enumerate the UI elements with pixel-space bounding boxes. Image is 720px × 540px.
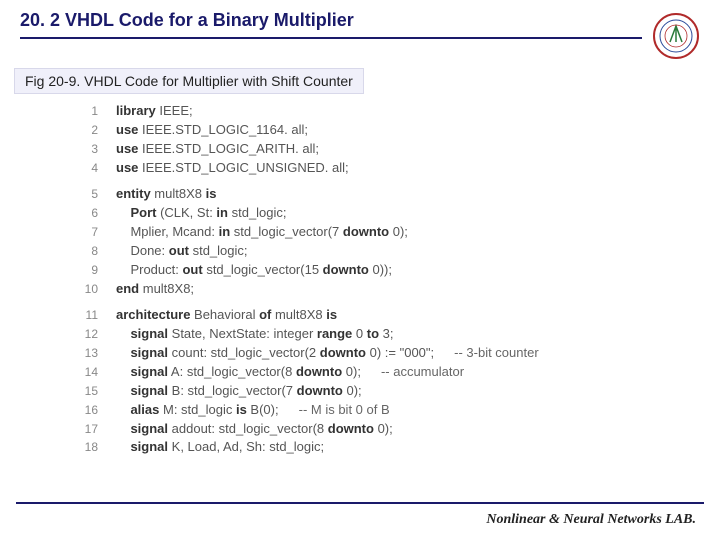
code-line: 4 use IEEE.STD_LOGIC_UNSIGNED. all; [70, 159, 720, 178]
code-text: library IEEE; [116, 102, 193, 121]
line-number: 4 [70, 160, 98, 177]
code-comment: -- M is bit 0 of B [299, 401, 390, 420]
code-line: 12 signal State, NextState: integer rang… [70, 325, 720, 344]
code-text: signal State, NextState: integer range 0… [116, 325, 394, 344]
code-line: 13 signal count: std_logic_vector(2 down… [70, 344, 720, 363]
line-number: 5 [70, 186, 98, 203]
code-line: 5 entity mult8X8 is [70, 185, 720, 204]
code-line: 17 signal addout: std_logic_vector(8 dow… [70, 420, 720, 439]
code-line: 10 end mult8X8; [70, 280, 720, 299]
code-text: signal count: std_logic_vector(2 downto … [116, 344, 434, 363]
code-text: signal A: std_logic_vector(8 downto 0); [116, 363, 361, 382]
code-line: 3 use IEEE.STD_LOGIC_ARITH. all; [70, 140, 720, 159]
line-number: 7 [70, 224, 98, 241]
line-number: 9 [70, 262, 98, 279]
line-number: 12 [70, 326, 98, 343]
line-number: 1 [70, 103, 98, 120]
code-comment: -- accumulator [381, 363, 464, 382]
figure-caption: Fig 20-9. VHDL Code for Multiplier with … [14, 68, 364, 94]
line-number: 17 [70, 421, 98, 438]
code-text: Done: out std_logic; [116, 242, 248, 261]
slide-header: 20. 2 VHDL Code for a Binary Multiplier [0, 0, 720, 60]
line-number: 15 [70, 383, 98, 400]
line-number: 13 [70, 345, 98, 362]
vhdl-code-listing: 1 library IEEE; 2 use IEEE.STD_LOGIC_1164. … [70, 102, 720, 457]
code-line: 11 architecture Behavioral of mult8X8 is [70, 306, 720, 325]
code-line: 1 library IEEE; [70, 102, 720, 121]
university-logo-icon [652, 12, 700, 60]
code-line: 16 alias M: std_logic is B(0); -- M is bi… [70, 401, 720, 420]
code-line: 2 use IEEE.STD_LOGIC_1164. all; [70, 121, 720, 140]
code-line: 14 signal A: std_logic_vector(8 downto 0… [70, 363, 720, 382]
title-underline [20, 37, 642, 39]
code-text: end mult8X8; [116, 280, 194, 299]
code-text: architecture Behavioral of mult8X8 is [116, 306, 337, 325]
code-text: use IEEE.STD_LOGIC_UNSIGNED. all; [116, 159, 349, 178]
code-text: Product: out std_logic_vector(15 downto … [116, 261, 392, 280]
code-line: 9 Product: out std_logic_vector(15 downt… [70, 261, 720, 280]
line-number: 8 [70, 243, 98, 260]
code-line: 7 Mplier, Mcand: in std_logic_vector(7 d… [70, 223, 720, 242]
code-text: Mplier, Mcand: in std_logic_vector(7 dow… [116, 223, 408, 242]
code-text: use IEEE.STD_LOGIC_ARITH. all; [116, 140, 319, 159]
line-number: 3 [70, 141, 98, 158]
title-block: 20. 2 VHDL Code for a Binary Multiplier [20, 10, 642, 39]
line-number: 6 [70, 205, 98, 222]
code-line: 15 signal B: std_logic_vector(7 downto 0… [70, 382, 720, 401]
code-text: use IEEE.STD_LOGIC_1164. all; [116, 121, 308, 140]
footer-lab-name: Nonlinear & Neural Networks LAB. [486, 512, 696, 528]
code-line: 18 signal K, Load, Ad, Sh: std_logic; [70, 438, 720, 457]
line-number: 10 [70, 281, 98, 298]
line-number: 16 [70, 402, 98, 419]
footer-divider [16, 502, 704, 504]
code-comment: -- 3-bit counter [454, 344, 539, 363]
code-text: entity mult8X8 is [116, 185, 216, 204]
code-text: signal K, Load, Ad, Sh: std_logic; [116, 438, 324, 457]
line-number: 18 [70, 439, 98, 456]
code-line: 8 Done: out std_logic; [70, 242, 720, 261]
line-number: 2 [70, 122, 98, 139]
code-line: 6 Port (CLK, St: in std_logic; [70, 204, 720, 223]
code-text: signal addout: std_logic_vector(8 downto… [116, 420, 393, 439]
code-text: Port (CLK, St: in std_logic; [116, 204, 287, 223]
slide-title: 20. 2 VHDL Code for a Binary Multiplier [20, 10, 642, 35]
line-number: 14 [70, 364, 98, 381]
code-text: alias M: std_logic is B(0); [116, 401, 279, 420]
code-text: signal B: std_logic_vector(7 downto 0); [116, 382, 362, 401]
line-number: 11 [70, 307, 98, 324]
